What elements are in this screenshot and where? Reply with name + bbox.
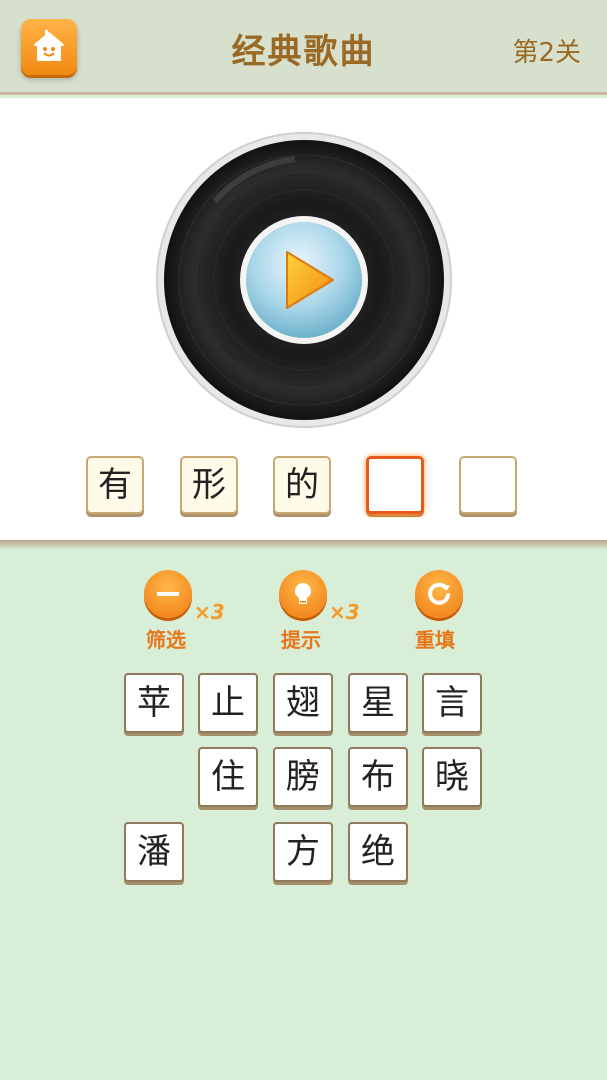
candidate-char[interactable]: 翅 — [273, 673, 333, 733]
candidate-char[interactable]: 膀 — [273, 747, 333, 807]
panel-divider — [0, 540, 607, 550]
top-bar: 经典歌曲 第2关 — [0, 0, 607, 95]
answer-slot-2[interactable]: 形 — [180, 456, 238, 514]
lightbulb-icon — [295, 583, 311, 604]
minus-icon — [157, 592, 179, 596]
filter-button[interactable] — [144, 570, 192, 618]
answer-slots: 有 形 的 — [0, 456, 607, 518]
reset-label: 重填 — [415, 628, 455, 652]
filter-label: 筛选 — [146, 628, 186, 652]
candidate-char[interactable]: 晓 — [422, 747, 482, 807]
filter-tool[interactable]: ×3 筛选 — [144, 570, 225, 652]
candidate-char[interactable]: 方 — [273, 822, 333, 882]
hint-button[interactable] — [279, 570, 327, 618]
answer-slot-1[interactable]: 有 — [86, 456, 144, 514]
candidate-char[interactable]: 止 — [198, 673, 258, 733]
refresh-icon — [428, 582, 450, 605]
answer-slot-4[interactable] — [366, 456, 424, 514]
answer-slot-3[interactable]: 的 — [273, 456, 331, 514]
answer-slot-5[interactable] — [459, 456, 517, 514]
hint-tool[interactable]: ×3 提示 — [279, 570, 360, 652]
hint-count: ×3 — [329, 600, 360, 624]
candidate-char[interactable]: 布 — [348, 747, 408, 807]
candidate-char[interactable]: 潘 — [124, 822, 184, 882]
candidate-char[interactable]: 绝 — [348, 822, 408, 882]
candidate-char[interactable]: 苹 — [124, 673, 184, 733]
reset-tool[interactable]: 重填 — [415, 570, 495, 652]
candidate-char[interactable]: 住 — [198, 747, 258, 807]
hint-label: 提示 — [281, 628, 321, 652]
vinyl-record[interactable] — [155, 131, 453, 429]
reset-button[interactable] — [415, 570, 463, 618]
candidate-char[interactable]: 言 — [422, 673, 482, 733]
filter-count: ×3 — [194, 600, 225, 624]
candidate-char[interactable]: 星 — [348, 673, 408, 733]
level-indicator: 第2关 — [512, 38, 581, 68]
